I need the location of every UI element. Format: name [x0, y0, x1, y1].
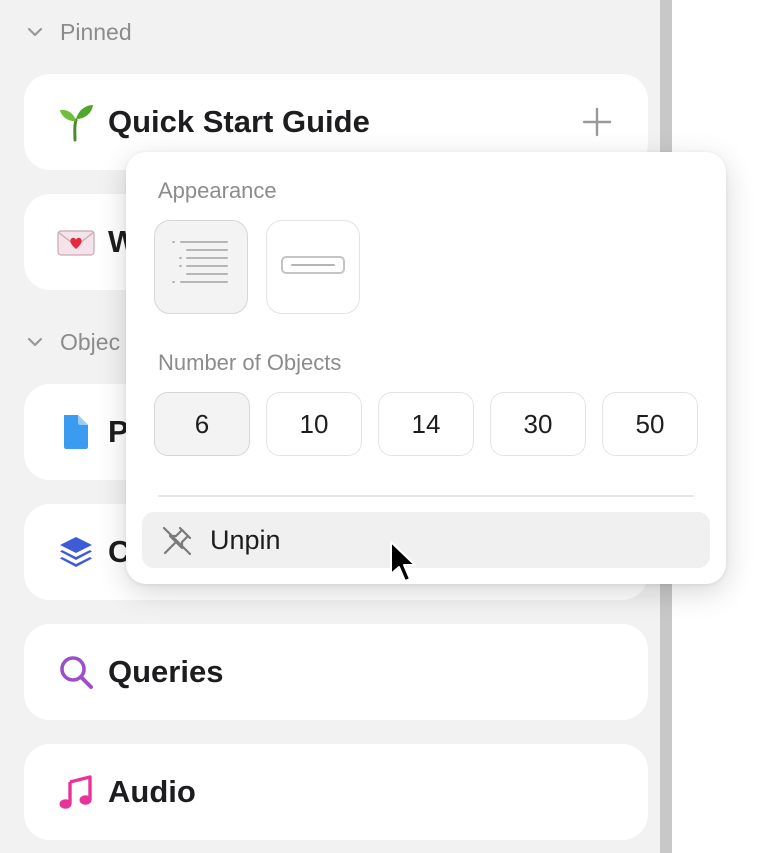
compact-view-icon	[280, 253, 346, 282]
count-option-6[interactable]: 6	[154, 392, 250, 456]
count-option-50[interactable]: 50	[602, 392, 698, 456]
love-letter-icon	[56, 222, 96, 262]
card-audio[interactable]: Audio	[24, 744, 648, 840]
pinned-options-popover: Appearance Number of Objects 6 10 14 30 …	[126, 152, 726, 584]
unpin-label: Unpin	[210, 525, 281, 555]
list-view-icon	[171, 240, 231, 295]
popover-divider	[158, 495, 694, 497]
number-of-objects-label: Number of Objects	[158, 350, 342, 375]
objects-label: Objec	[60, 328, 121, 355]
objects-section-header[interactable]: Objec	[24, 328, 121, 355]
card-title: Queries	[108, 654, 224, 689]
chevron-down-icon	[24, 331, 46, 353]
page-icon	[56, 412, 96, 452]
pinned-section-header[interactable]: Pinned	[24, 18, 132, 45]
chevron-down-icon	[24, 21, 46, 43]
count-option-10[interactable]: 10	[266, 392, 362, 456]
unpin-menu-item[interactable]: Unpin	[142, 512, 710, 568]
search-icon	[56, 652, 96, 692]
appearance-label: Appearance	[158, 178, 277, 203]
music-note-icon	[56, 772, 96, 812]
card-queries[interactable]: Queries	[24, 624, 648, 720]
mouse-cursor-icon	[390, 541, 416, 582]
pin-off-icon	[160, 524, 194, 558]
plus-icon[interactable]	[582, 107, 612, 137]
layers-icon	[56, 532, 96, 572]
pinned-label: Pinned	[60, 18, 132, 45]
card-title: Quick Start Guide	[108, 104, 370, 139]
seedling-icon	[56, 102, 96, 142]
count-option-14[interactable]: 14	[378, 392, 474, 456]
card-title: Audio	[108, 774, 196, 809]
appearance-compact-option[interactable]	[266, 220, 360, 314]
count-option-30[interactable]: 30	[490, 392, 586, 456]
appearance-list-option[interactable]	[154, 220, 248, 314]
